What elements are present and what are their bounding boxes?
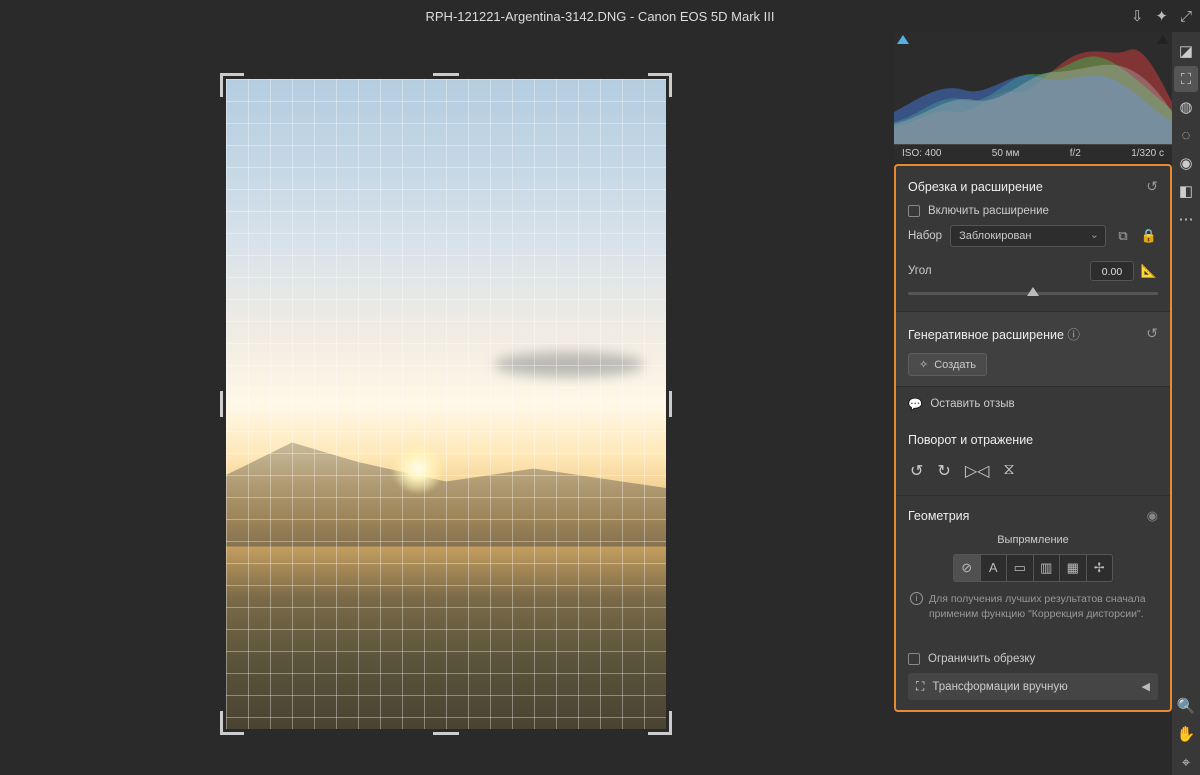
angle-label: Угол (908, 265, 932, 277)
side-panels: Обрезка и расширение ↺ Включить расширен… (894, 164, 1172, 712)
crop-title: Обрезка и расширение (908, 180, 1043, 194)
rotate-title: Поворот и отражение (908, 433, 1033, 447)
upright-buttons: ⊘ A ▭ ▥ ▦ ✢ (953, 554, 1113, 582)
crop-section: Обрезка и расширение ↺ Включить расширен… (896, 166, 1170, 312)
generate-button[interactable]: ✧ Создать (908, 353, 987, 376)
preset-label: Набор (908, 230, 942, 242)
presets-tool-icon[interactable]: ◧ (1174, 178, 1198, 204)
histo-aperture: f/2 (1070, 148, 1081, 159)
crop-handle-right[interactable] (669, 391, 672, 417)
geometry-info: i Для получения лучших результатов снача… (908, 592, 1158, 629)
heal-tool-icon[interactable]: ◍ (1174, 94, 1198, 120)
geometry-info-text: Для получения лучших результатов сначала… (929, 592, 1156, 621)
crop-handle-left[interactable] (220, 391, 223, 417)
upright-guided-icon[interactable]: ✢ (1087, 555, 1113, 581)
histo-iso: ISO: 400 (902, 148, 941, 159)
titlebar-actions: ⇩ ✦ ⤢ (1131, 7, 1192, 25)
export-icon[interactable]: ⇩ (1131, 7, 1144, 25)
lock-aspect-icon[interactable]: 🔒 (1140, 228, 1158, 244)
upright-off-icon[interactable]: ⊘ (954, 555, 981, 581)
right-side: ISO: 400 50 мм f/2 1/320 с Обрезка и рас… (892, 32, 1200, 775)
angle-slider[interactable] (908, 285, 1158, 301)
straighten-tool-icon[interactable]: 📐 (1140, 263, 1158, 279)
gen-title: Генеративное расширение ⓘ (908, 324, 1080, 343)
manual-transform-label: Трансформации вручную (932, 681, 1067, 693)
app-root: RPH-121221-Argentina-3142.DNG - Canon EO… (0, 0, 1200, 775)
generative-expand-section: Генеративное расширение ⓘ ↺ ✧ Создать (896, 312, 1170, 387)
rotate-cw-icon[interactable]: ↻ (937, 461, 950, 481)
manual-transform-icon: ⛶ (916, 679, 924, 694)
generate-icon: ✧ (919, 358, 928, 371)
mask-tool-icon[interactable]: ◌ (1174, 122, 1198, 148)
fullscreen-icon[interactable]: ⤢ (1180, 8, 1192, 25)
zoom-tool-icon[interactable]: 🔍 (1174, 693, 1198, 719)
titlebar: RPH-121221-Argentina-3142.DNG - Canon EO… (0, 0, 1200, 32)
flip-horizontal-icon[interactable]: ▷◁ (965, 461, 990, 481)
tool-column: ◪ ⛶ ◍ ◌ ◉ ◧ ⋯ 🔍 ✋ ⌖ (1172, 32, 1200, 775)
angle-slider-thumb[interactable] (1027, 287, 1039, 296)
crop-handle-bottom[interactable] (433, 732, 459, 735)
swap-orientation-icon[interactable]: ⧉ (1114, 228, 1132, 244)
manual-transform-row[interactable]: ⛶ Трансформации вручную ◀ (908, 673, 1158, 700)
rotate-ccw-icon[interactable]: ↺ (910, 461, 923, 481)
flip-vertical-icon[interactable]: ⧖ (1003, 461, 1014, 481)
hand-tool-icon[interactable]: ✋ (1174, 721, 1198, 747)
histogram-labels: ISO: 400 50 мм f/2 1/320 с (894, 144, 1172, 162)
color-sampler-icon[interactable]: ⌖ (1174, 749, 1198, 775)
enable-expand-label: Включить расширение (928, 205, 1049, 217)
expand-arrow-icon: ◀ (1142, 680, 1150, 693)
edit-tool-icon[interactable]: ◪ (1174, 38, 1198, 64)
feedback-label: Оставить отзыв (930, 398, 1014, 410)
upright-vertical-icon[interactable]: ▥ (1034, 555, 1061, 581)
feedback-icon: 💬 (908, 397, 922, 411)
aspect-preset-select[interactable]: Заблокирован (950, 225, 1106, 247)
histogram-block: ISO: 400 50 мм f/2 1/320 с (894, 32, 1172, 162)
histo-shutter: 1/320 с (1131, 148, 1164, 159)
document-title: RPH-121221-Argentina-3142.DNG - Canon EO… (426, 9, 775, 24)
upright-auto-icon[interactable]: A (981, 555, 1008, 581)
constrain-crop-checkbox[interactable] (908, 653, 920, 665)
enable-expand-checkbox[interactable] (908, 205, 920, 217)
geometry-section: Геометрия ◉ Выпрямление ⊘ A ▭ ▥ ▦ ✢ (896, 496, 1170, 710)
info-icon: i (910, 592, 923, 605)
generate-label: Создать (934, 359, 976, 371)
upright-label: Выпрямление (908, 534, 1158, 546)
redeye-tool-icon[interactable]: ◉ (1174, 150, 1198, 176)
settings-icon[interactable]: ✦ (1155, 7, 1168, 25)
gen-reset-icon[interactable]: ↺ (1146, 325, 1158, 342)
feedback-link[interactable]: 💬 Оставить отзыв (896, 387, 1170, 421)
crop-tool-icon[interactable]: ⛶ (1174, 66, 1198, 92)
main: ISO: 400 50 мм f/2 1/320 с Обрезка и рас… (0, 32, 1200, 775)
geometry-title: Геометрия (908, 509, 969, 523)
crop-grid-overlay (226, 79, 666, 729)
upright-level-icon[interactable]: ▭ (1007, 555, 1034, 581)
upright-full-icon[interactable]: ▦ (1060, 555, 1087, 581)
angle-input[interactable]: 0.00 (1090, 261, 1134, 281)
more-tool-icon[interactable]: ⋯ (1174, 206, 1198, 232)
crop-handle-top[interactable] (433, 73, 459, 76)
aspect-preset-value: Заблокирован (959, 230, 1031, 242)
canvas-area[interactable] (0, 32, 892, 775)
geometry-visibility-icon[interactable]: ◉ (1147, 508, 1158, 524)
histo-focal: 50 мм (992, 148, 1020, 159)
constrain-crop-label: Ограничить обрезку (928, 653, 1035, 665)
histogram-graph[interactable] (894, 32, 1172, 144)
rotate-section: Поворот и отражение ↺ ↻ ▷◁ ⧖ (896, 421, 1170, 496)
crop-reset-icon[interactable]: ↺ (1146, 178, 1158, 195)
photo-preview[interactable] (226, 79, 666, 729)
